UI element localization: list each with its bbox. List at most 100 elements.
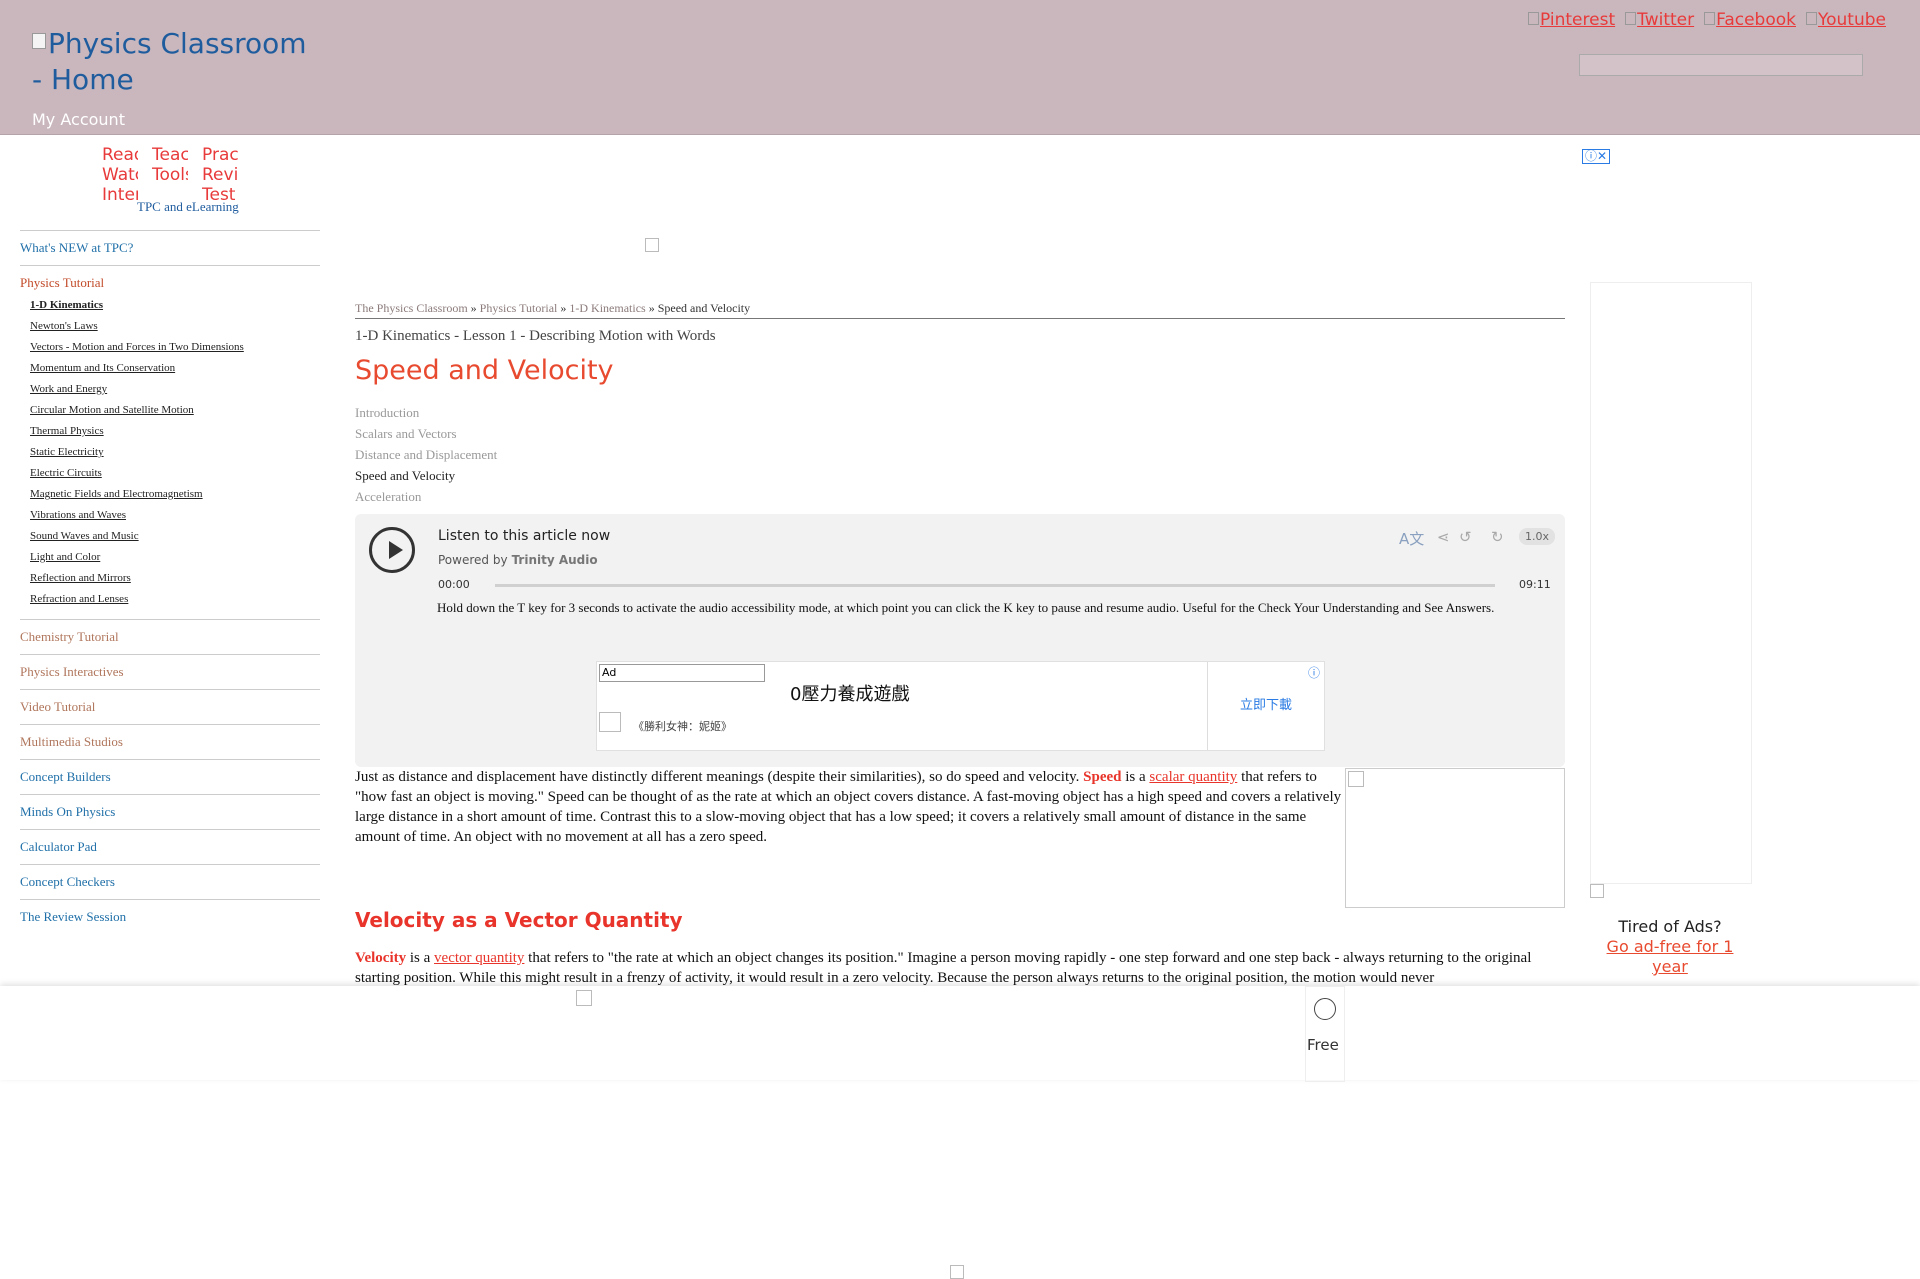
toc-item[interactable]: Introduction [355, 402, 497, 423]
ad-headline[interactable]: 0壓力養成遊戲 [790, 680, 909, 706]
tutorial-link[interactable]: Light and Color [30, 551, 100, 563]
tutorial-item: Thermal Physics [30, 421, 320, 442]
tutorial-link[interactable]: Vibrations and Waves [30, 509, 126, 521]
breadcrumb-link[interactable]: 1-D Kinematics [569, 301, 645, 315]
inline-ad[interactable]: Ad 0壓力養成遊戲 《勝利女神：妮姬》 立即下載 ⓘ [596, 661, 1325, 751]
tutorial-link[interactable]: Circular Motion and Satellite Motion [30, 404, 194, 416]
tutorial-item: Refraction and Lenses [30, 589, 320, 610]
tutorial-link[interactable]: Thermal Physics [30, 425, 104, 437]
close-circle-icon[interactable] [1314, 998, 1336, 1020]
broken-image-icon [1806, 12, 1817, 25]
play-button[interactable] [369, 527, 415, 573]
breadcrumb-link[interactable]: Physics Tutorial [480, 301, 558, 315]
sidebar: Read Watch Interact Teacher Tools Practi… [20, 145, 320, 934]
broken-image-icon [1348, 771, 1364, 787]
tutorial-link[interactable]: Static Electricity [30, 446, 104, 458]
scalar-quantity-link[interactable]: scalar quantity [1149, 769, 1237, 785]
tutorial-link[interactable]: Momentum and Its Conservation [30, 362, 175, 374]
tutorial-item: Circular Motion and Satellite Motion [30, 400, 320, 421]
toc-item[interactable]: Scalars and Vectors [355, 423, 497, 444]
vector-quantity-link[interactable]: vector quantity [434, 950, 524, 966]
tutorial-link[interactable]: Sound Waves and Music [30, 530, 139, 542]
ad-download-button[interactable]: 立即下載 [1207, 662, 1324, 750]
sidebar-section: Concept Builders [20, 759, 320, 794]
broken-image-icon [1590, 884, 1604, 898]
forward-icon[interactable]: ↻ [1491, 528, 1504, 546]
tutorial-item: 1-D Kinematics [30, 295, 320, 316]
breadcrumb-link[interactable]: The Physics Classroom [355, 301, 468, 315]
search-input[interactable] [1579, 54, 1863, 76]
player-title: Listen to this article now [438, 528, 611, 544]
section-heading: Velocity as a Vector Quantity [355, 908, 683, 932]
article-paragraph: Velocity is a vector quantity that refer… [355, 950, 1532, 986]
read-watch-interact-link[interactable]: Read Watch Interact [102, 145, 138, 221]
keyword: Speed [1083, 769, 1122, 785]
twitter-link[interactable]: Twitter [1625, 10, 1694, 30]
sidebar-section: Minds On Physics [20, 794, 320, 829]
lesson-subtitle: 1-D Kinematics - Lesson 1 - Describing M… [355, 328, 716, 344]
sidebar-section: Multimedia Studios [20, 724, 320, 759]
tutorial-item: Vectors - Motion and Forces in Two Dimen… [30, 337, 320, 358]
sidebar-whats-new: What's NEW at TPC? [20, 230, 320, 265]
free-badge[interactable]: Free [1307, 1036, 1341, 1054]
sidebar-multimedia-link[interactable]: Multimedia Studios [20, 734, 123, 749]
my-account-link[interactable]: My Account [32, 110, 125, 129]
physics-tutorial-link[interactable]: Physics Tutorial [20, 275, 104, 290]
tutorial-link[interactable]: Magnetic Fields and Electromagnetism [30, 488, 203, 500]
article-figure [1345, 768, 1565, 908]
translate-icon[interactable]: A文 [1399, 528, 1424, 549]
playback-speed-button[interactable]: 1.0x [1519, 528, 1556, 545]
sidebar-concept-builders-link[interactable]: Concept Builders [20, 769, 111, 784]
right-ad[interactable] [1590, 282, 1752, 884]
share-icon[interactable]: ⋖ [1437, 528, 1450, 546]
site-logo[interactable]: Physics Classroom - Home [32, 26, 312, 98]
quick-links: Read Watch Interact Teacher Tools Practi… [20, 145, 320, 230]
go-ad-free-link[interactable]: Go ad-free for 1 year [1607, 937, 1734, 976]
sidebar-chemistry-link[interactable]: Chemistry Tutorial [20, 629, 119, 644]
breadcrumb: The Physics Classroom » Physics Tutorial… [355, 301, 1565, 319]
rewind-icon[interactable]: ↺ [1459, 528, 1472, 546]
ad-info-icon[interactable]: ⓘ [1308, 664, 1320, 681]
youtube-link[interactable]: Youtube [1806, 10, 1886, 30]
sidebar-concept-checkers-link[interactable]: Concept Checkers [20, 874, 115, 889]
tutorial-link[interactable]: Work and Energy [30, 383, 107, 395]
tutorial-link[interactable]: Electric Circuits [30, 467, 102, 479]
toc-item[interactable]: Acceleration [355, 486, 497, 507]
trinity-audio-logo[interactable]: Trinity Audio [512, 553, 598, 567]
facebook-link[interactable]: Facebook [1704, 10, 1796, 30]
tutorial-item: Newton's Laws [30, 316, 320, 337]
sidebar-section: Chemistry Tutorial [20, 619, 320, 654]
sidebar-video-link[interactable]: Video Tutorial [20, 699, 95, 714]
breadcrumb-current: Speed and Velocity [657, 301, 751, 315]
tutorial-link[interactable]: Newton's Laws [30, 320, 98, 332]
tutorial-link[interactable]: Refraction and Lenses [30, 593, 128, 605]
page-title: Speed and Velocity [355, 355, 614, 386]
bottom-ad-bar: Free [0, 986, 1920, 1082]
time-total: 09:11 [1519, 578, 1551, 591]
sidebar-minds-on-physics-link[interactable]: Minds On Physics [20, 804, 115, 819]
sidebar-calculator-pad-link[interactable]: Calculator Pad [20, 839, 97, 854]
tutorial-item: Static Electricity [30, 442, 320, 463]
broken-image-icon [599, 712, 621, 732]
tutorial-item: Light and Color [30, 547, 320, 568]
whats-new-link[interactable]: What's NEW at TPC? [20, 240, 133, 255]
broken-image-icon [950, 1265, 964, 1279]
sidebar-review-session-link[interactable]: The Review Session [20, 909, 126, 924]
sidebar-section: Concept Checkers [20, 864, 320, 899]
tutorial-link[interactable]: Vectors - Motion and Forces in Two Dimen… [30, 341, 244, 353]
tutorial-item: Sound Waves and Music [30, 526, 320, 547]
ad-choices-close-icon[interactable]: ⓘ✕ [1582, 149, 1611, 164]
pinterest-link[interactable]: Pinterest [1528, 10, 1615, 30]
sidebar-section: Video Tutorial [20, 689, 320, 724]
tutorial-item: Work and Energy [30, 379, 320, 400]
tutorial-link[interactable]: Reflection and Mirrors [30, 572, 131, 584]
sidebar-interactives-link[interactable]: Physics Interactives [20, 664, 124, 679]
tutorial-item: Vibrations and Waves [30, 505, 320, 526]
progress-track[interactable] [495, 584, 1495, 587]
tpc-elearning-link[interactable]: TPC and eLearning [137, 199, 239, 215]
broken-image-icon [32, 33, 46, 49]
broken-image-icon [576, 990, 592, 1006]
sidebar-physics-tutorial: Physics Tutorial 1-D Kinematics Newton's… [20, 265, 320, 619]
toc-item[interactable]: Distance and Displacement [355, 444, 497, 465]
tutorial-link[interactable]: 1-D Kinematics [30, 299, 103, 311]
